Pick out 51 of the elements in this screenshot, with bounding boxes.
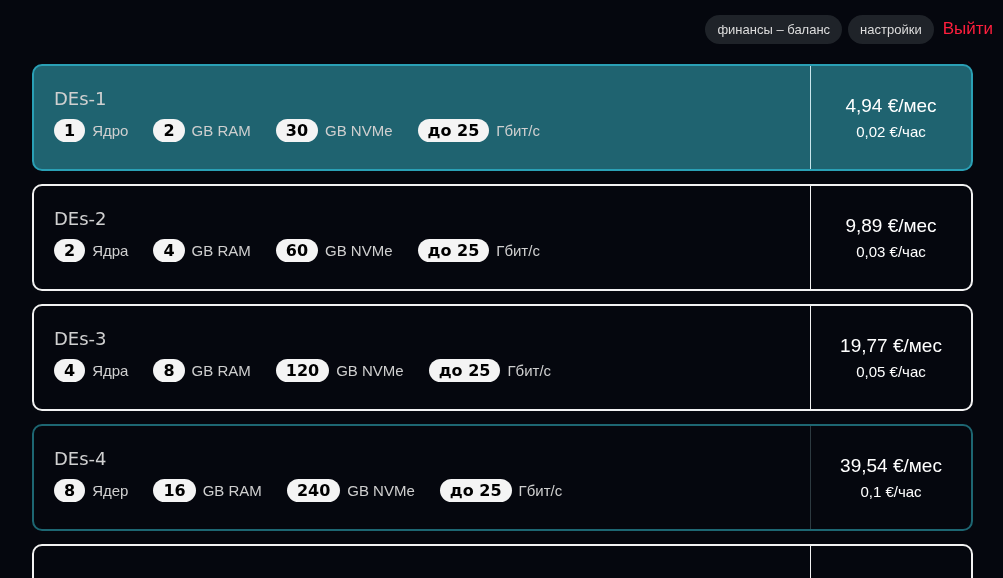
spec-value: 16 — [153, 479, 196, 502]
spec-value: 120 — [275, 359, 330, 382]
spec-value: 4 — [153, 239, 185, 262]
plan-name: DEs-2 — [54, 208, 107, 229]
spec-unit: GB RAM — [191, 242, 251, 259]
spec-value: 8 — [153, 359, 185, 382]
nav-button[interactable]: настройки — [848, 14, 934, 44]
spec-value: 8 — [54, 479, 86, 502]
plan-card[interactable]: DEs-1 1 Ядро 2 GB RAM 30 GB NVMe до 25 Гбит/с 4,94 €/мес 0,02 €/час — [32, 64, 973, 171]
spec-unit: GB NVMe — [336, 362, 404, 379]
hourly-price: 0,1 €/час — [860, 483, 922, 500]
nav-button[interactable]: финансы – баланс — [705, 14, 843, 44]
spec-unit: GB NVMe — [325, 242, 393, 259]
spec-unit: GB RAM — [191, 122, 251, 139]
spec-value: до 25 — [428, 359, 501, 382]
spec-unit: Гбит/с — [507, 362, 552, 379]
monthly-price: 9,89 €/мес — [845, 215, 937, 237]
spec-value: до 25 — [417, 119, 490, 142]
plan-card[interactable]: DEs-3 4 Ядра 8 GB RAM 120 GB NVMe до 25 Гбит/с 19,77 €/мес 0,05 €/час — [32, 304, 973, 411]
plan-name: DEs-1 — [54, 88, 107, 109]
spec-value: 240 — [286, 479, 341, 502]
plan-card[interactable]: DEs-2 2 Ядра 4 GB RAM 60 GB NVMe до 25 Гбит/с 9,89 €/мес 0,03 €/час — [32, 184, 973, 291]
plan-name: DEs-4 — [54, 448, 107, 469]
spec-unit: Ядра — [92, 362, 129, 379]
monthly-price: 39,54 €/мес — [840, 455, 942, 477]
logout-link[interactable]: Выйти — [939, 19, 993, 39]
spec-value: 1 — [54, 119, 86, 142]
spec-unit: GB NVMe — [325, 122, 393, 139]
spec-value: 60 — [275, 239, 318, 262]
spec-value: до 25 — [439, 479, 512, 502]
monthly-price: 19,77 €/мес — [840, 335, 942, 357]
hourly-price: 0,02 €/час — [856, 123, 926, 140]
spec-unit: Ядра — [92, 242, 129, 259]
spec-value: до 25 — [417, 239, 490, 262]
monthly-price: 4,94 €/мес — [845, 95, 937, 117]
spec-value: 2 — [153, 119, 185, 142]
spec-unit: GB RAM — [191, 362, 251, 379]
spec-value: 2 — [54, 239, 86, 262]
spec-value: 30 — [275, 119, 318, 142]
plan-name: DEs-3 — [54, 328, 107, 349]
spec-unit: Гбит/с — [518, 482, 563, 499]
plan-card[interactable]: DEs-4 8 Ядер 16 GB RAM 240 GB NVMe до 25 Гбит/с 39,54 €/мес 0,1 €/час — [32, 424, 973, 531]
spec-value: 4 — [54, 359, 86, 382]
spec-unit: Ядро — [92, 122, 129, 139]
spec-unit: Ядер — [92, 482, 129, 499]
hourly-price: 0,03 €/час — [856, 243, 926, 260]
spec-unit: Гбит/с — [496, 122, 540, 139]
spec-unit: GB RAM — [202, 482, 262, 499]
hourly-price: 0,05 €/час — [856, 363, 926, 380]
spec-unit: Гбит/с — [496, 242, 540, 259]
spec-unit: GB NVMe — [347, 482, 415, 499]
